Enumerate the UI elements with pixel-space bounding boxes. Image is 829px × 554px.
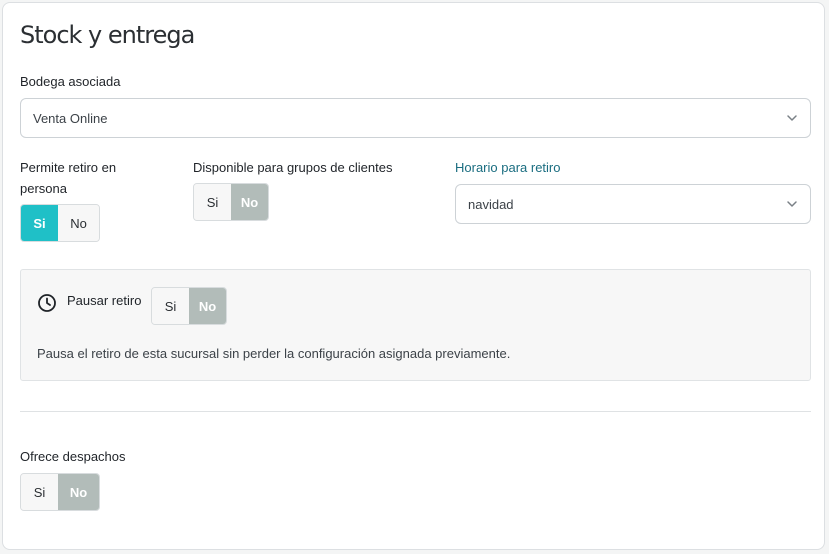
schedule-label: Horario para retiro: [455, 160, 561, 175]
pickup-toggle: Si No: [20, 204, 100, 242]
schedule-value: navidad: [468, 196, 514, 212]
shipping-yes-option[interactable]: Si: [21, 474, 58, 510]
pause-yes-option[interactable]: Si: [152, 288, 189, 324]
shipping-label: Ofrece despachos: [20, 449, 126, 464]
pause-pickup-toggle: Si No: [151, 287, 227, 325]
pause-pickup-panel: Pausar retiro Si No Pausa el retiro de e…: [20, 269, 811, 381]
chevron-down-icon: [787, 201, 797, 207]
pickup-no-option[interactable]: No: [58, 205, 99, 241]
shipping-toggle: Si No: [20, 473, 100, 511]
warehouse-value: Venta Online: [33, 110, 108, 126]
customer-groups-no-option[interactable]: No: [231, 184, 268, 220]
customer-groups-toggle: Si No: [193, 183, 269, 221]
shipping-no-option[interactable]: No: [58, 474, 99, 510]
pickup-yes-option[interactable]: Si: [21, 205, 58, 241]
warehouse-select[interactable]: Venta Online: [20, 98, 811, 138]
schedule-select[interactable]: navidad: [455, 184, 811, 224]
pause-pickup-description: Pausa el retiro de esta sucursal sin per…: [37, 346, 511, 361]
clock-icon: [38, 294, 56, 312]
customer-groups-label: Disponible para grupos de clientes: [193, 160, 393, 175]
page-title: Stock y entrega: [20, 21, 195, 49]
section-divider: [20, 411, 811, 412]
pickup-label: Permite retiro en persona: [20, 160, 117, 196]
warehouse-label: Bodega asociada: [20, 74, 121, 89]
customer-groups-yes-option[interactable]: Si: [194, 184, 231, 220]
chevron-down-icon: [787, 115, 797, 121]
pause-no-option[interactable]: No: [189, 288, 226, 324]
pause-pickup-label: Pausar retiro: [67, 293, 142, 308]
stock-delivery-card: Stock y entrega Bodega asociada Venta On…: [2, 2, 825, 550]
